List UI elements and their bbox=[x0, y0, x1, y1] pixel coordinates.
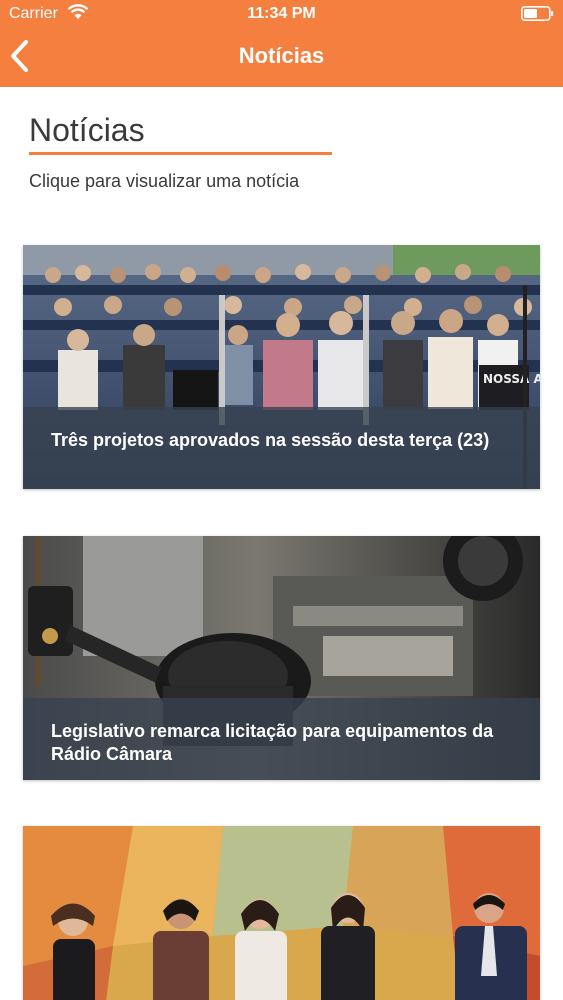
status-time: 11:34 PM bbox=[247, 5, 316, 22]
navigation-bar: Carrier 11:34 PM Notícias bbox=[0, 0, 563, 87]
news-title: Três projetos aprovados na sessão desta … bbox=[51, 430, 490, 450]
news-title: Legislativo remarca licitação para equip… bbox=[51, 721, 494, 764]
news-caption: Três projetos aprovados na sessão desta … bbox=[23, 407, 540, 489]
news-card-3[interactable] bbox=[23, 826, 540, 1000]
news-card-1[interactable]: NOSSA AGRAD Três projetos aprovados na s… bbox=[23, 245, 540, 489]
battery-icon bbox=[521, 6, 554, 21]
news-caption: Legislativo remarca licitação para equip… bbox=[23, 698, 540, 780]
news-image-panel-guests bbox=[23, 826, 540, 1000]
page-title: Notícias bbox=[29, 112, 145, 148]
title-underline bbox=[29, 152, 332, 155]
nav-title: Notícias bbox=[238, 43, 325, 68]
banner-text: NOSSA AGRAD bbox=[483, 372, 540, 386]
status-bar: Carrier 11:34 PM bbox=[0, 0, 563, 30]
news-card-2[interactable]: Legislativo remarca licitação para equip… bbox=[23, 536, 540, 780]
page-subtitle: Clique para visualizar uma notícia bbox=[29, 171, 300, 191]
